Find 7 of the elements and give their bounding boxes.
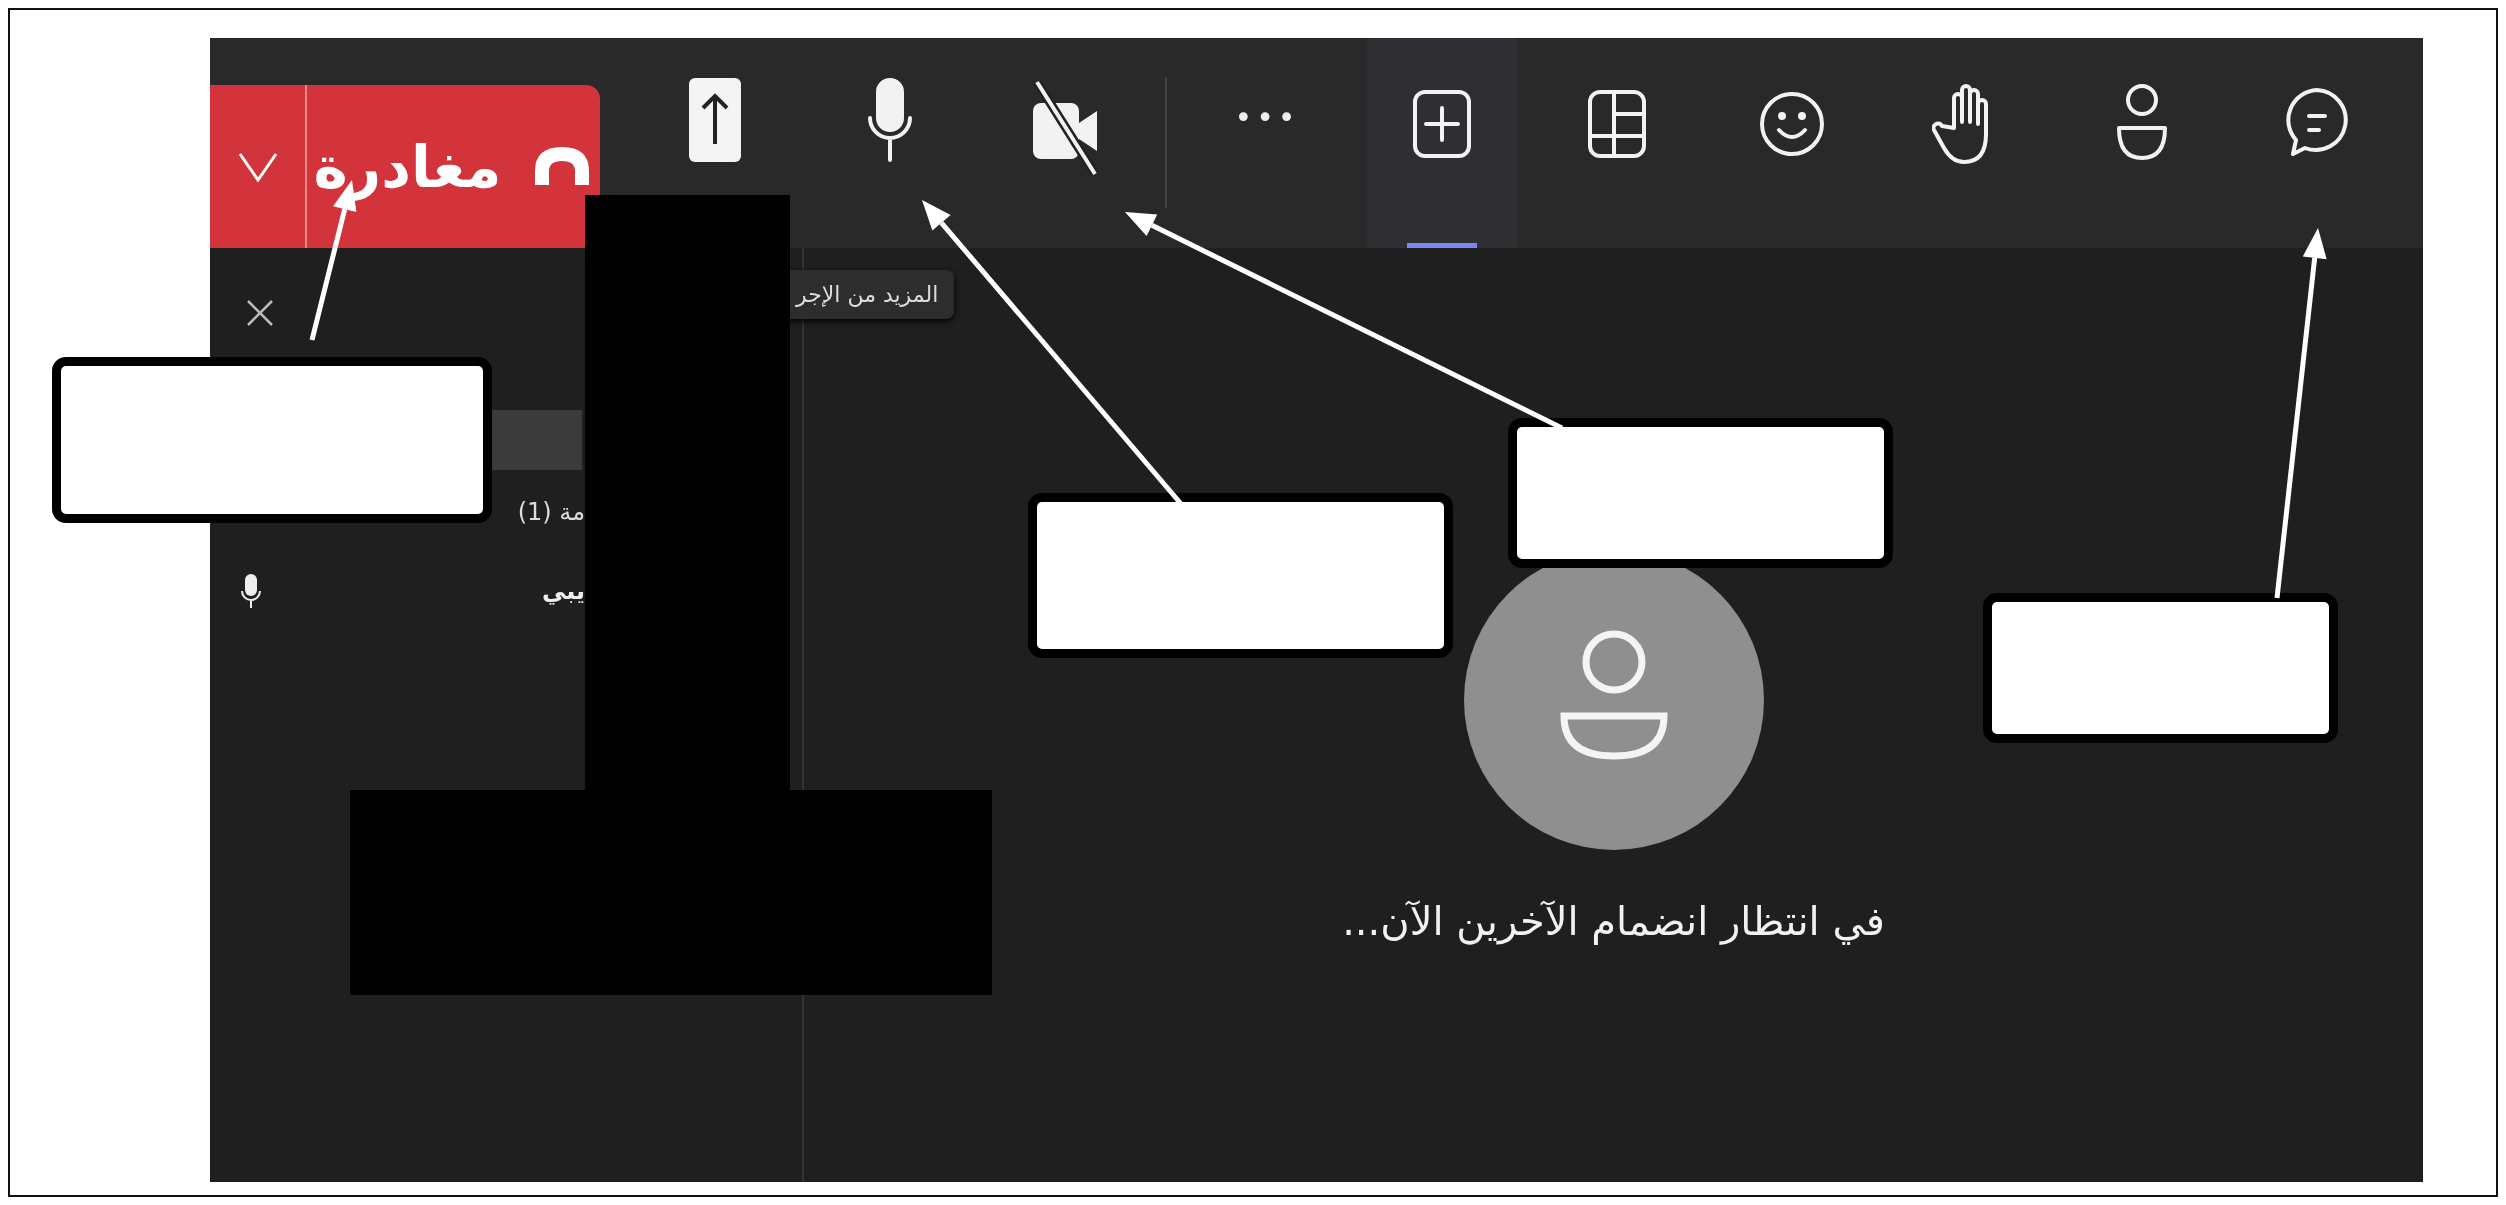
section-header: مة (1) <box>517 498 585 526</box>
share-screen-icon <box>689 78 741 162</box>
leave-button[interactable]: مغادرة <box>210 85 600 248</box>
apps-button[interactable] <box>1367 38 1517 248</box>
participant-name: يبي <box>541 577 585 605</box>
waiting-message: في انتظار انضمام الآخرين الآن... <box>1342 898 1885 944</box>
more-actions-button[interactable]: ••• <box>1192 38 1342 248</box>
